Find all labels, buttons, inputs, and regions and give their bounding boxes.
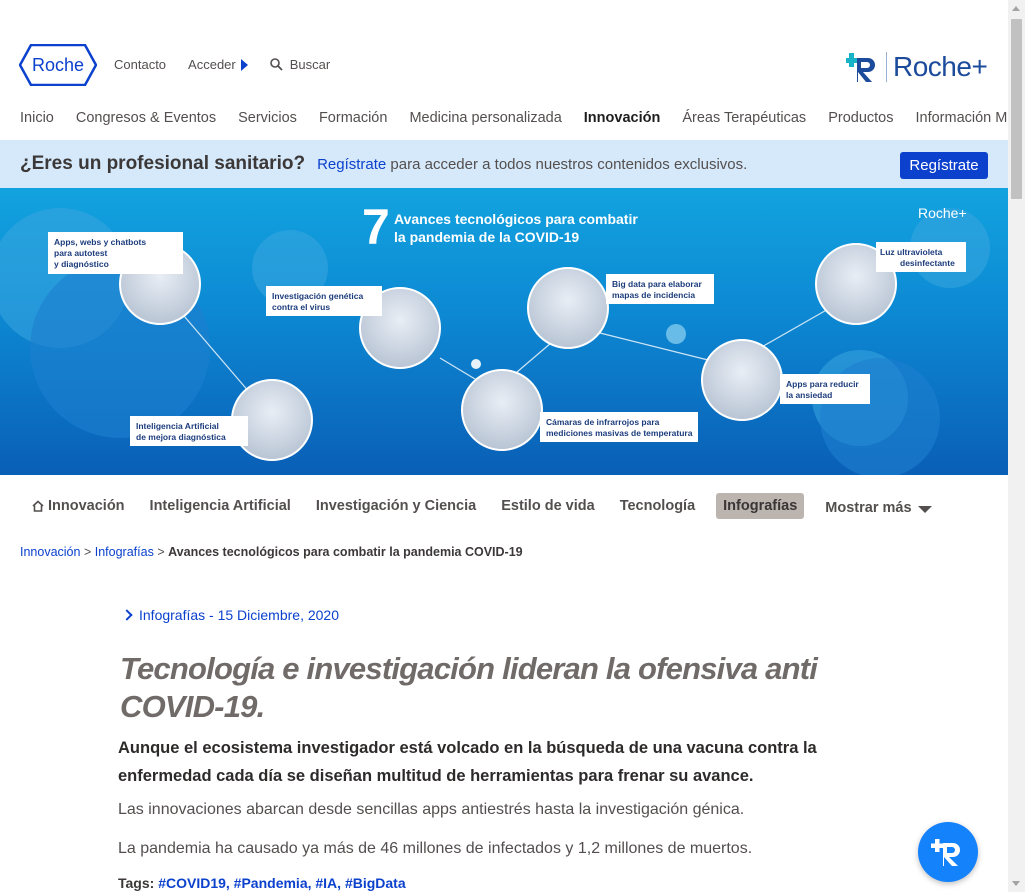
register-question: ¿Eres un profesional sanitario? [20, 153, 306, 174]
contact-link[interactable]: Contacto [114, 57, 166, 72]
roche-plus-icon [931, 839, 960, 866]
show-more-button[interactable]: Mostrar más [825, 500, 932, 516]
tags-list[interactable]: #COVID19, #Pandemia, #IA, #BigData [158, 875, 405, 891]
scrollbar-thumb[interactable] [1011, 19, 1022, 199]
tags-label: Tags: [118, 875, 155, 891]
hero-number: 7 [362, 199, 390, 255]
roche-plus-text: Roche+ [893, 51, 988, 82]
breadcrumb: Innovación > Infografías > Avances tecno… [20, 545, 523, 559]
nav-item-inicio[interactable]: Inicio [20, 110, 54, 126]
label-bigdata-2: mapas de incidencia [612, 290, 695, 300]
breadcrumb-current: Avances tecnológicos para combatir la pa… [168, 545, 523, 559]
main-nav: Inicio Congresos & Eventos Servicios For… [20, 110, 1025, 126]
label-infrarrojos-1: Cámaras de infrarrojos para [546, 417, 660, 427]
category-infografias[interactable]: Infografías [716, 493, 805, 519]
scroll-down-icon[interactable] [1012, 881, 1020, 886]
label-ansiedad-2: la ansiedad [786, 390, 832, 400]
label-ia-1: Inteligencia Artificial [136, 421, 219, 431]
nav-item-medicina-personalizada[interactable]: Medicina personalizada [409, 110, 561, 126]
top-links: Contacto Acceder Buscar [114, 57, 330, 72]
article-meta-text: Infografías - 15 Diciembre, 2020 [139, 607, 339, 623]
roche-logo[interactable]: Roche [19, 44, 97, 86]
page-scrollbar[interactable] [1008, 0, 1025, 892]
breadcrumb-separator: > [157, 545, 165, 559]
article-lead: Aunque el ecosistema investigador está v… [118, 739, 817, 785]
label-infrarrojos-2: mediciones masivas de temperatura [546, 428, 693, 438]
register-banner: ¿Eres un profesional sanitario? Regístra… [0, 140, 1008, 188]
login-link[interactable]: Acceder [188, 57, 248, 72]
register-text: Regístrate para acceder a todos nuestros… [317, 156, 747, 173]
label-apps-3: y diagnóstico [54, 259, 109, 269]
login-label: Acceder [188, 57, 236, 72]
infographic-illustration: 7 Avances tecnológicos para combatir la … [0, 199, 990, 475]
label-uv-1: Luz ultravioleta [880, 247, 943, 257]
category-innovacion-label: Innovación [48, 498, 125, 514]
search-icon [269, 58, 283, 71]
category-investigacion-ciencia[interactable]: Investigación y Ciencia [316, 498, 476, 514]
roche-plus-logo[interactable]: Roche+ [846, 48, 988, 86]
breadcrumb-innovacion[interactable]: Innovación [20, 545, 80, 559]
category-inteligencia-artificial[interactable]: Inteligencia Artificial [150, 498, 291, 514]
roche-logo-text: Roche [32, 55, 84, 75]
chevron-right-icon [121, 609, 133, 621]
site-header: Roche Contacto Acceder Buscar Roche+ Ini… [0, 0, 1025, 140]
category-nav: Innovación Inteligencia Artificial Inves… [32, 493, 957, 519]
article-paragraph-2: La pandemia ha causado ya más de 46 mill… [118, 840, 753, 857]
roche-plus-floating-button[interactable] [918, 822, 978, 882]
nav-item-congresos[interactable]: Congresos & Eventos [76, 110, 216, 126]
breadcrumb-separator: > [83, 545, 92, 559]
hero-title-line2: la pandemia de la COVID-19 [394, 229, 579, 245]
chevron-down-icon [917, 505, 932, 513]
hero-infographic[interactable]: 7 Avances tecnológicos para combatir la … [0, 188, 1008, 475]
nav-item-areas-terapeuticas[interactable]: Áreas Terapéuticas [682, 110, 806, 126]
label-ia-2: de mejora diagnóstica [136, 432, 226, 442]
nav-item-formacion[interactable]: Formación [319, 110, 388, 126]
roche-plus-icon [846, 53, 875, 82]
register-button[interactable]: Regístrate [900, 152, 988, 179]
nav-item-innovacion[interactable]: Innovación [584, 110, 661, 126]
article-tags: Tags: #COVID19, #Pandemia, #IA, #BigData [118, 875, 406, 891]
label-genetica-1: Investigación genética [272, 291, 363, 301]
category-innovacion[interactable]: Innovación [32, 498, 125, 514]
caret-right-icon [240, 58, 248, 71]
label-apps-1: Apps, webs y chatbots [54, 237, 146, 247]
search-button[interactable]: Buscar [269, 57, 331, 72]
scroll-up-icon[interactable] [1012, 6, 1020, 11]
article-paragraph-1: Las innovaciones abarcan desde sencillas… [118, 801, 745, 818]
label-uv-2: desinfectante [900, 258, 955, 268]
breadcrumb-infografias[interactable]: Infografías [95, 545, 154, 559]
hero-title-line1: Avances tecnológicos para combatir [394, 211, 638, 227]
category-tecnologia[interactable]: Tecnología [620, 498, 695, 514]
nav-item-servicios[interactable]: Servicios [238, 110, 297, 126]
logo-separator [886, 52, 887, 82]
register-description: para acceder a todos nuestros contenidos… [386, 155, 748, 173]
hero-brand: Roche+ [918, 205, 967, 221]
label-genetica-2: contra el virus [272, 302, 330, 312]
article-title: Tecnología e investigación lideran la of… [120, 651, 818, 724]
show-more-label: Mostrar más [825, 500, 912, 516]
label-ansiedad-1: Apps para reducir [786, 379, 859, 389]
category-estilo-vida[interactable]: Estilo de vida [501, 498, 594, 514]
article-meta[interactable]: Infografías - 15 Diciembre, 2020 [121, 607, 339, 623]
label-apps-2: para autotest [54, 248, 108, 258]
search-label: Buscar [289, 57, 331, 72]
home-icon [32, 500, 44, 512]
label-bigdata-1: Big data para elaborar [612, 279, 702, 289]
nav-item-productos[interactable]: Productos [828, 110, 893, 126]
register-link[interactable]: Regístrate [317, 156, 386, 173]
